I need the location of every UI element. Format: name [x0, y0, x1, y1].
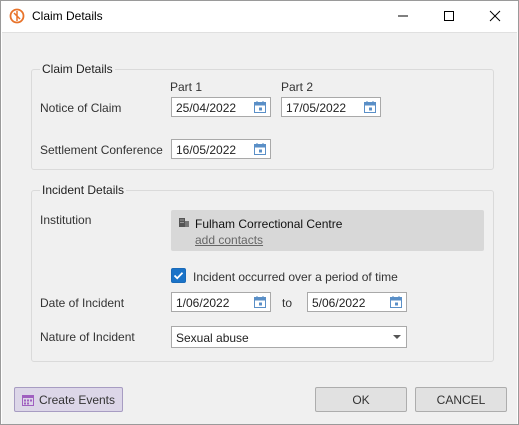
create-events-label: Create Events — [38, 392, 116, 407]
part2-label: Part 2 — [281, 80, 314, 94]
claim-details-legend: Claim Details — [42, 62, 113, 76]
cancel-label: CANCEL — [436, 392, 486, 407]
claim-details-window: Claim Details Claim Details Part 1 Part … — [0, 0, 519, 425]
incident-date-from-value: 1/06/2022 — [176, 296, 230, 310]
calendar-icon — [21, 394, 34, 406]
add-contacts-link[interactable]: add contacts — [195, 233, 263, 247]
settlement-date-field[interactable]: 16/05/2022 — [171, 139, 271, 159]
building-icon — [179, 218, 189, 227]
period-of-time-label[interactable]: Incident occurred over a period of time — [193, 270, 398, 284]
settlement-date-value: 16/05/2022 — [176, 143, 237, 157]
institution-box: Fulham Correctional Centre add contacts — [171, 210, 484, 251]
app-logo-icon — [9, 8, 25, 24]
chevron-down-icon — [393, 335, 401, 339]
incident-date-to-field[interactable]: 5/06/2022 — [307, 292, 407, 312]
ok-label: OK — [352, 392, 370, 407]
maximize-icon — [444, 11, 454, 21]
incident-date-to-value: 5/06/2022 — [312, 296, 366, 310]
calendar-icon[interactable] — [389, 295, 403, 309]
create-events-button[interactable]: Create Events — [14, 387, 123, 412]
nature-of-incident-value: Sexual abuse — [176, 331, 249, 345]
settlement-conference-label: Settlement Conference — [40, 143, 163, 157]
calendar-icon[interactable] — [253, 295, 267, 309]
calendar-icon[interactable] — [253, 100, 267, 114]
to-label: to — [282, 296, 293, 310]
maximize-button[interactable] — [426, 1, 472, 31]
minimize-icon — [398, 15, 408, 17]
checkmark-icon — [173, 272, 184, 280]
date-of-incident-label: Date of Incident — [40, 296, 125, 310]
notice-part2-date-field[interactable]: 17/05/2022 — [281, 97, 381, 117]
calendar-icon[interactable] — [253, 142, 267, 156]
nature-of-incident-label: Nature of Incident — [40, 330, 135, 344]
institution-label: Institution — [40, 213, 92, 227]
window-title: Claim Details — [32, 9, 103, 23]
ok-button[interactable]: OK — [315, 387, 407, 412]
dialog-body: Claim Details Part 1 Part 2 Notice of Cl… — [2, 32, 517, 424]
cancel-button[interactable]: CANCEL — [415, 387, 507, 412]
part1-label: Part 1 — [170, 80, 203, 94]
nature-of-incident-select[interactable]: Sexual abuse — [171, 326, 407, 348]
close-icon — [489, 10, 501, 22]
minimize-button[interactable] — [380, 1, 426, 31]
calendar-icon[interactable] — [363, 100, 377, 114]
incident-details-legend: Incident Details — [42, 183, 125, 197]
notice-of-claim-label: Notice of Claim — [40, 101, 122, 115]
period-of-time-checkbox[interactable] — [171, 268, 186, 283]
incident-date-from-field[interactable]: 1/06/2022 — [171, 292, 271, 312]
notice-part1-date-field[interactable]: 25/04/2022 — [171, 97, 271, 117]
institution-name: Fulham Correctional Centre — [195, 217, 343, 231]
title-bar: Claim Details — [1, 1, 518, 31]
notice-part1-date-value: 25/04/2022 — [176, 101, 237, 115]
notice-part2-date-value: 17/05/2022 — [286, 101, 347, 115]
close-button[interactable] — [472, 1, 518, 31]
